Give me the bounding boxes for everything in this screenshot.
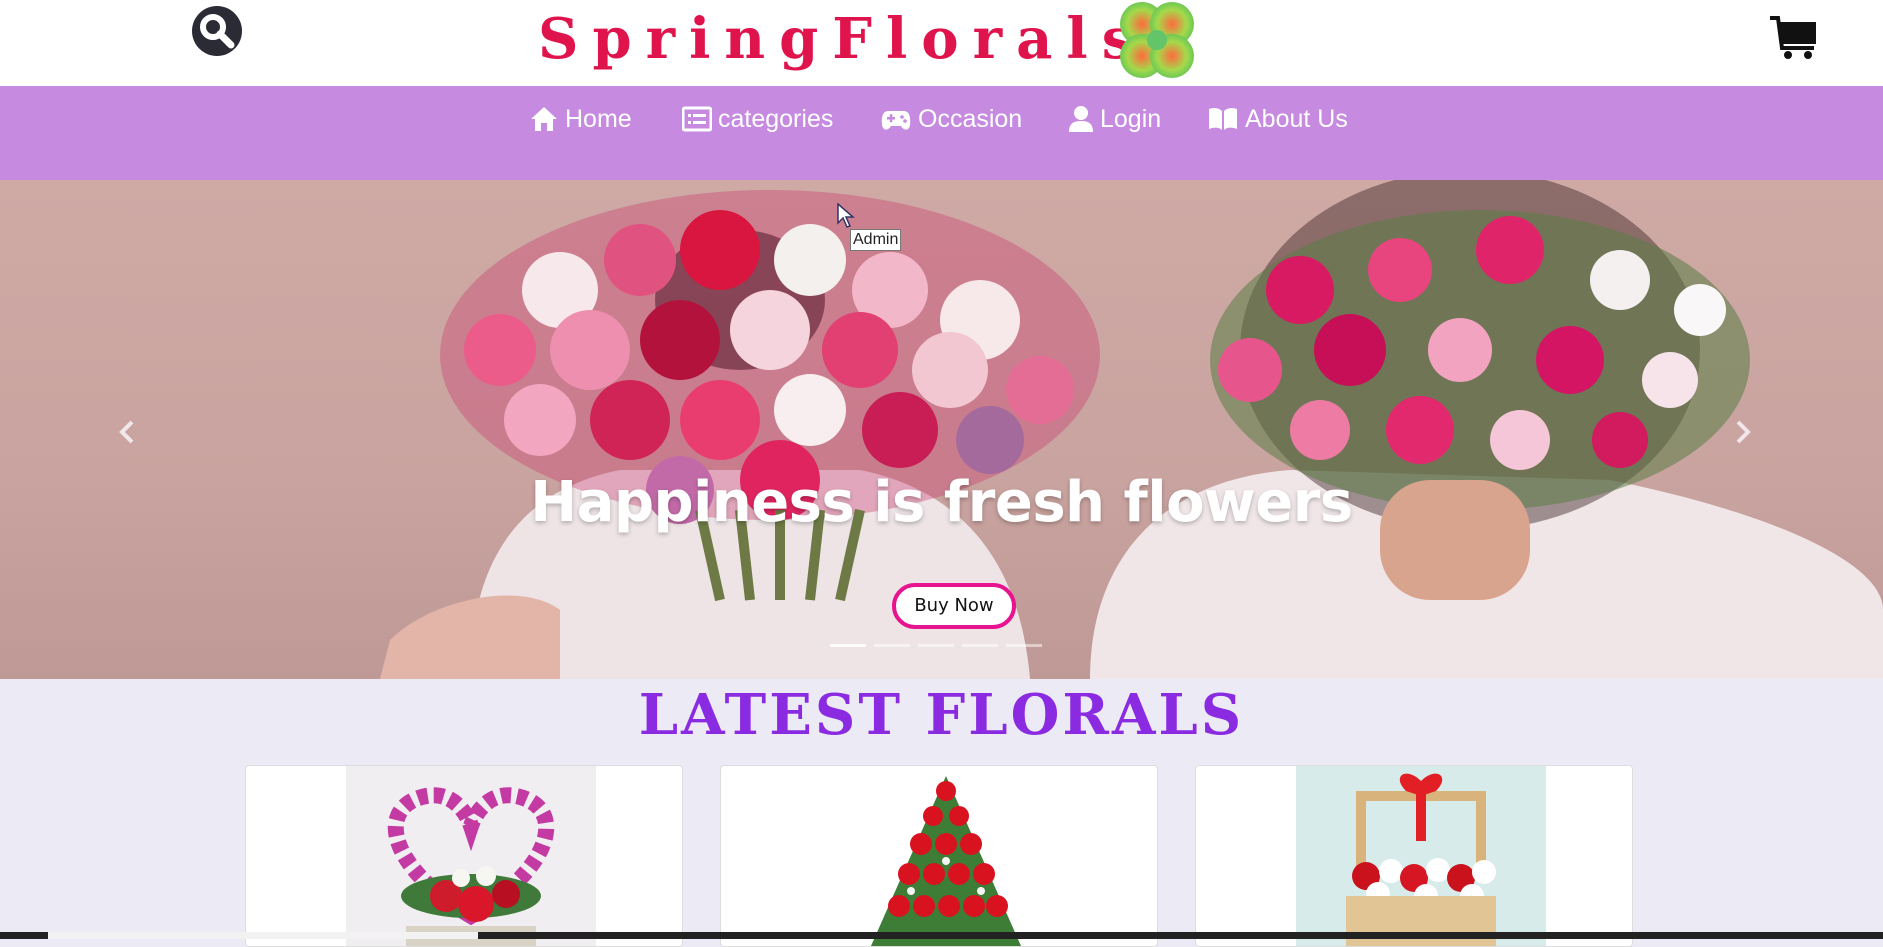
buy-now-button[interactable]: Buy Now — [892, 583, 1016, 629]
nav-label-about-us: About Us — [1245, 104, 1348, 133]
carousel-prev-button[interactable] — [108, 412, 148, 452]
carousel-indicator-5[interactable] — [1006, 644, 1042, 647]
search-icon — [200, 14, 235, 49]
list-icon — [682, 106, 712, 132]
book-icon — [1209, 107, 1237, 130]
brand-title[interactable]: SpringFlorals — [538, 4, 1147, 74]
main-nav: Home categories Occasion Login About Us — [0, 86, 1883, 180]
carousel-indicator-4[interactable] — [962, 644, 998, 647]
gamepad-icon — [881, 111, 911, 130]
clover-logo-icon — [1120, 2, 1194, 78]
scrollbar-thumb[interactable] — [48, 932, 478, 939]
search-button[interactable] — [192, 6, 242, 56]
chevron-left-icon — [119, 420, 134, 444]
carousel-indicator-1[interactable] — [830, 644, 866, 647]
home-icon — [531, 107, 557, 131]
carousel-indicator-2[interactable] — [874, 644, 910, 647]
nav-label-home: Home — [565, 104, 632, 133]
product-card[interactable] — [245, 765, 683, 947]
nav-label-login: Login — [1100, 104, 1162, 133]
hero-caption-title: Happiness is fresh flowers — [530, 470, 1353, 535]
horizontal-scrollbar[interactable] — [0, 932, 1883, 939]
carousel-indicator-3[interactable] — [918, 644, 954, 647]
user-icon — [1069, 106, 1093, 132]
mouse-cursor-icon — [837, 203, 855, 228]
product-image-red-rose-tower — [821, 766, 1071, 946]
hero-carousel: Happiness is fresh flowers Buy Now — [0, 180, 1883, 679]
nav-label-occasion: Occasion — [918, 104, 1023, 133]
product-card[interactable] — [720, 765, 1158, 947]
nav-label-categories: categories — [718, 104, 834, 133]
admin-tooltip: Admin — [850, 229, 902, 251]
product-image-orchid-heart — [346, 766, 596, 946]
product-card[interactable] — [1195, 765, 1633, 947]
product-image-flower-crate — [1296, 766, 1546, 946]
carousel-next-button[interactable] — [1722, 412, 1762, 452]
shopping-cart-icon — [1770, 16, 1816, 59]
top-header: SpringFlorals — [0, 0, 1883, 86]
chevron-right-icon — [1736, 420, 1751, 444]
nav-item-about-us[interactable]: About Us — [1207, 103, 1348, 135]
nav-item-home[interactable]: Home — [529, 103, 632, 135]
latest-florals-title: LATEST FLORALS — [638, 682, 1245, 748]
nav-item-categories[interactable]: categories — [682, 103, 833, 135]
right-bouquet-flowers — [1210, 210, 1750, 510]
cart-button[interactable] — [1768, 14, 1820, 62]
carousel-indicators — [830, 644, 1042, 648]
nav-item-login[interactable]: Login — [1068, 103, 1161, 135]
nav-item-occasion[interactable]: Occasion — [880, 103, 1022, 135]
